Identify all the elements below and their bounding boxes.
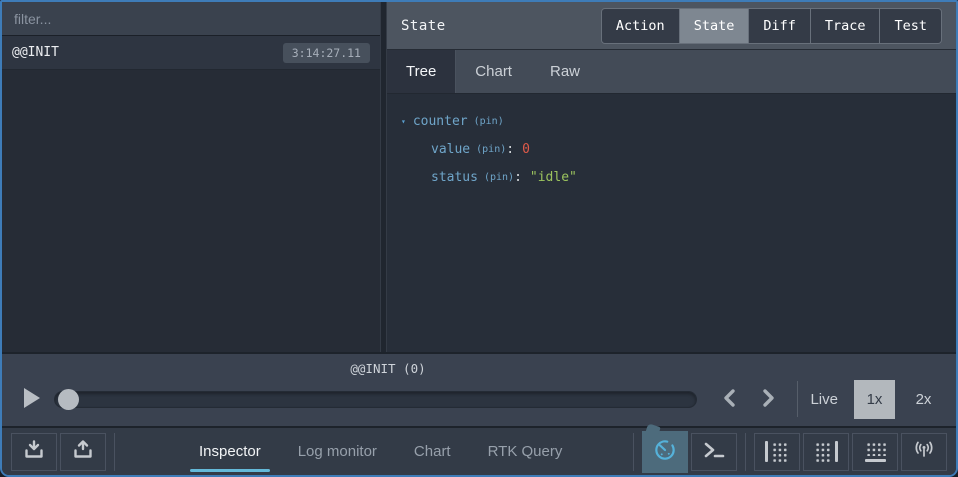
live-button[interactable]: Live: [810, 391, 838, 408]
terminal-icon: [701, 438, 727, 465]
chevron-right-icon: [760, 388, 776, 411]
chevron-left-icon: [722, 388, 738, 411]
step-forward-button[interactable]: [753, 384, 783, 414]
action-list-panel: @@INIT 3:14:27.11: [2, 2, 380, 352]
action-timestamp: 3:14:27.11: [283, 43, 370, 63]
tree-key[interactable]: value: [431, 142, 470, 157]
toolbar-divider: [633, 433, 634, 471]
main-area: @@INIT 3:14:27.11 State Action State Dif…: [2, 2, 956, 352]
state-tree: ▾ counter (pin) value (pin): 0 status (p…: [387, 94, 956, 352]
tab-state[interactable]: State: [680, 9, 750, 43]
playback-bar: @@INIT (0) Live 1x: [2, 352, 956, 426]
dispatcher-button[interactable]: [691, 433, 737, 471]
dock-left-button[interactable]: [754, 433, 800, 471]
action-name: @@INIT: [12, 45, 59, 60]
tree-node-status[interactable]: status (pin): "idle": [401, 163, 942, 191]
tree-key[interactable]: status: [431, 170, 478, 185]
play-icon: [21, 386, 42, 413]
filter-bar: [2, 2, 380, 36]
state-panel-header: State Action State Diff Trace Test: [387, 2, 956, 50]
tab-diff[interactable]: Diff: [749, 9, 811, 43]
pause-recording-button[interactable]: [642, 431, 688, 473]
toolbar-divider: [745, 433, 746, 471]
speed-2x-button[interactable]: 2x: [903, 380, 944, 419]
subtab-chart[interactable]: Chart: [456, 50, 531, 93]
action-list-item[interactable]: @@INIT 3:14:27.11: [2, 36, 380, 70]
expander-arrow-icon[interactable]: ▾: [401, 117, 406, 126]
dock-right-button[interactable]: [803, 433, 849, 471]
filter-input[interactable]: [2, 11, 380, 27]
tab-log-monitor[interactable]: Log monitor: [298, 428, 377, 475]
tree-value-number: 0: [522, 142, 530, 157]
playback-current-action: @@INIT (0): [350, 361, 425, 376]
import-button[interactable]: [11, 433, 57, 471]
play-button[interactable]: [16, 384, 46, 414]
tab-inspector[interactable]: Inspector: [199, 428, 261, 475]
tab-rtk-query[interactable]: RTK Query: [488, 428, 563, 475]
remote-button[interactable]: [901, 433, 947, 471]
panel-title: State: [401, 18, 446, 34]
devtools-window: @@INIT 3:14:27.11 State Action State Dif…: [0, 0, 958, 477]
export-tray-icon: [71, 438, 95, 465]
tab-action[interactable]: Action: [602, 9, 680, 43]
dock-bottom-icon: [865, 441, 886, 462]
export-button[interactable]: [60, 433, 106, 471]
speed-1x-button[interactable]: 1x: [854, 380, 895, 419]
dock-right-icon: [814, 441, 838, 462]
stopwatch-icon: [652, 437, 678, 466]
playback-divider: [797, 381, 798, 417]
view-subtab-bar: Tree Chart Raw: [387, 50, 956, 94]
step-back-button[interactable]: [715, 384, 745, 414]
state-panel: State Action State Diff Trace Test Tree …: [387, 2, 956, 352]
tree-pin-meta: (pin): [474, 116, 504, 127]
tree-pin-meta: (pin): [484, 172, 514, 183]
tree-value-string: "idle": [530, 170, 577, 185]
tree-pin-meta: (pin): [476, 144, 506, 155]
monitor-tabs: Inspector Log monitor Chart RTK Query: [199, 428, 562, 475]
broadcast-icon: [911, 438, 937, 465]
tree-colon: :: [506, 142, 514, 157]
tree-node-counter[interactable]: ▾ counter (pin): [401, 107, 942, 135]
panel-splitter[interactable]: [380, 2, 387, 352]
import-tray-icon: [22, 438, 46, 465]
tab-trace[interactable]: Trace: [811, 9, 881, 43]
bottom-toolbar: Inspector Log monitor Chart RTK Query: [2, 426, 956, 475]
timeline-slider[interactable]: [54, 391, 697, 408]
toolbar-right-group: [625, 431, 947, 473]
tree-node-value[interactable]: value (pin): 0: [401, 135, 942, 163]
tab-test[interactable]: Test: [880, 9, 941, 43]
tab-chart[interactable]: Chart: [414, 428, 451, 475]
tree-colon: :: [514, 170, 522, 185]
subtab-raw[interactable]: Raw: [531, 50, 599, 93]
dock-bottom-button[interactable]: [852, 433, 898, 471]
tree-key[interactable]: counter: [413, 114, 468, 129]
playback-controls: Live 1x 2x: [16, 378, 944, 420]
subtab-tree[interactable]: Tree: [387, 50, 456, 93]
inspector-tab-group: Action State Diff Trace Test: [601, 8, 942, 44]
action-list: @@INIT 3:14:27.11: [2, 36, 380, 352]
dock-left-icon: [765, 441, 789, 462]
toolbar-divider: [114, 433, 115, 471]
slider-thumb[interactable]: [58, 389, 79, 410]
